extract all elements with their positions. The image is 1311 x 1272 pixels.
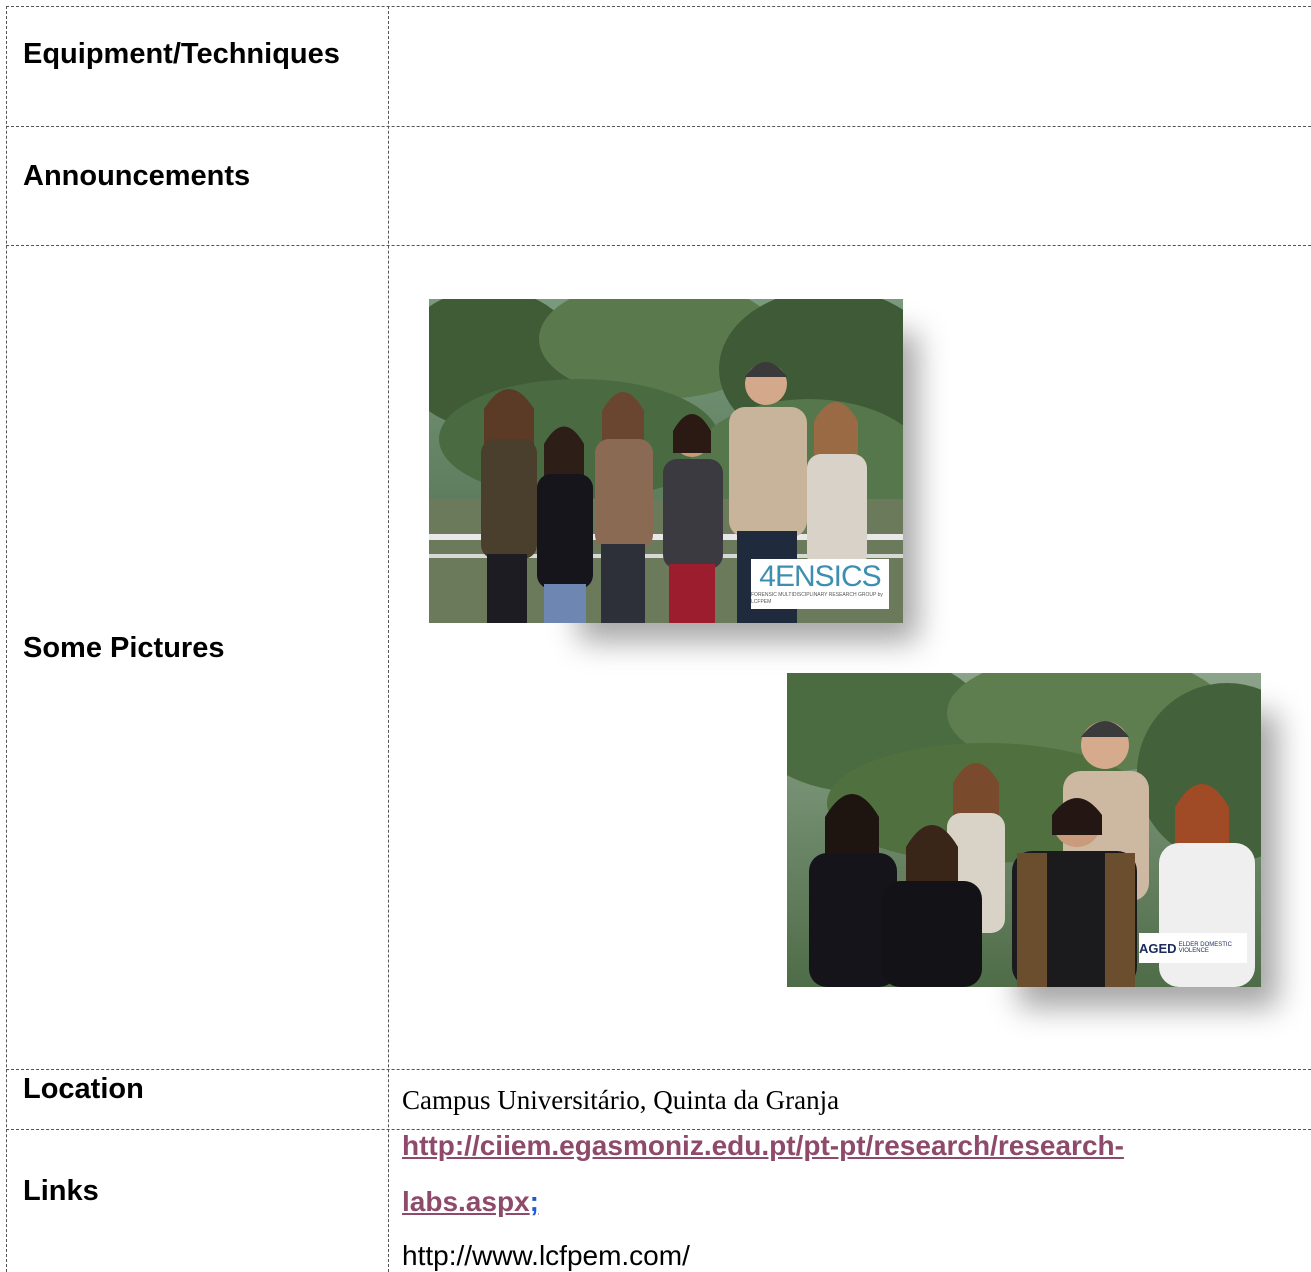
pictures-label: Some Pictures — [23, 632, 225, 664]
announcements-label: Announcements — [23, 160, 251, 192]
row-divider — [6, 245, 1311, 246]
equipment-label: Equipment/Techniques — [23, 38, 340, 70]
4ensics-logo: 4ENSICS FORENSIC MULTIDISCIPLINARY RESEA… — [751, 559, 889, 609]
research-labs-link-cont[interactable]: labs.aspx; — [402, 1186, 539, 1218]
table-column-divider — [388, 6, 389, 1272]
location-label: Location — [23, 1073, 144, 1105]
row-divider — [6, 126, 1311, 127]
table-border-left — [6, 6, 7, 1272]
links-label: Links — [23, 1175, 99, 1207]
group-photo-2: AGED ELDER DOMESTIC VIOLENCE — [787, 673, 1261, 987]
4ensics-logo-sub: FORENSIC MULTIDISCIPLINARY RESEARCH GROU… — [751, 592, 883, 605]
research-labs-link[interactable]: http://ciiem.egasmoniz.edu.pt/pt-pt/rese… — [402, 1130, 1124, 1162]
location-value: Campus Universitário, Quinta da Granja — [402, 1085, 840, 1115]
table-border-top — [6, 6, 1311, 7]
research-labs-link-text[interactable]: labs.aspx — [402, 1186, 530, 1217]
4ensics-logo-text: 4ENSICS — [759, 560, 881, 593]
row-divider — [6, 1069, 1311, 1070]
aged-logo: AGED ELDER DOMESTIC VIOLENCE — [1139, 933, 1247, 963]
aged-logo-text: AGED — [1139, 940, 1177, 956]
group-photo-1: 4ENSICS FORENSIC MULTIDISCIPLINARY RESEA… — [429, 299, 903, 623]
aged-logo-sub: ELDER DOMESTIC VIOLENCE — [1178, 942, 1232, 954]
lcfpem-url: http://www.lcfpem.com/ — [402, 1240, 690, 1271]
link-separator: ; — [529, 1186, 539, 1217]
